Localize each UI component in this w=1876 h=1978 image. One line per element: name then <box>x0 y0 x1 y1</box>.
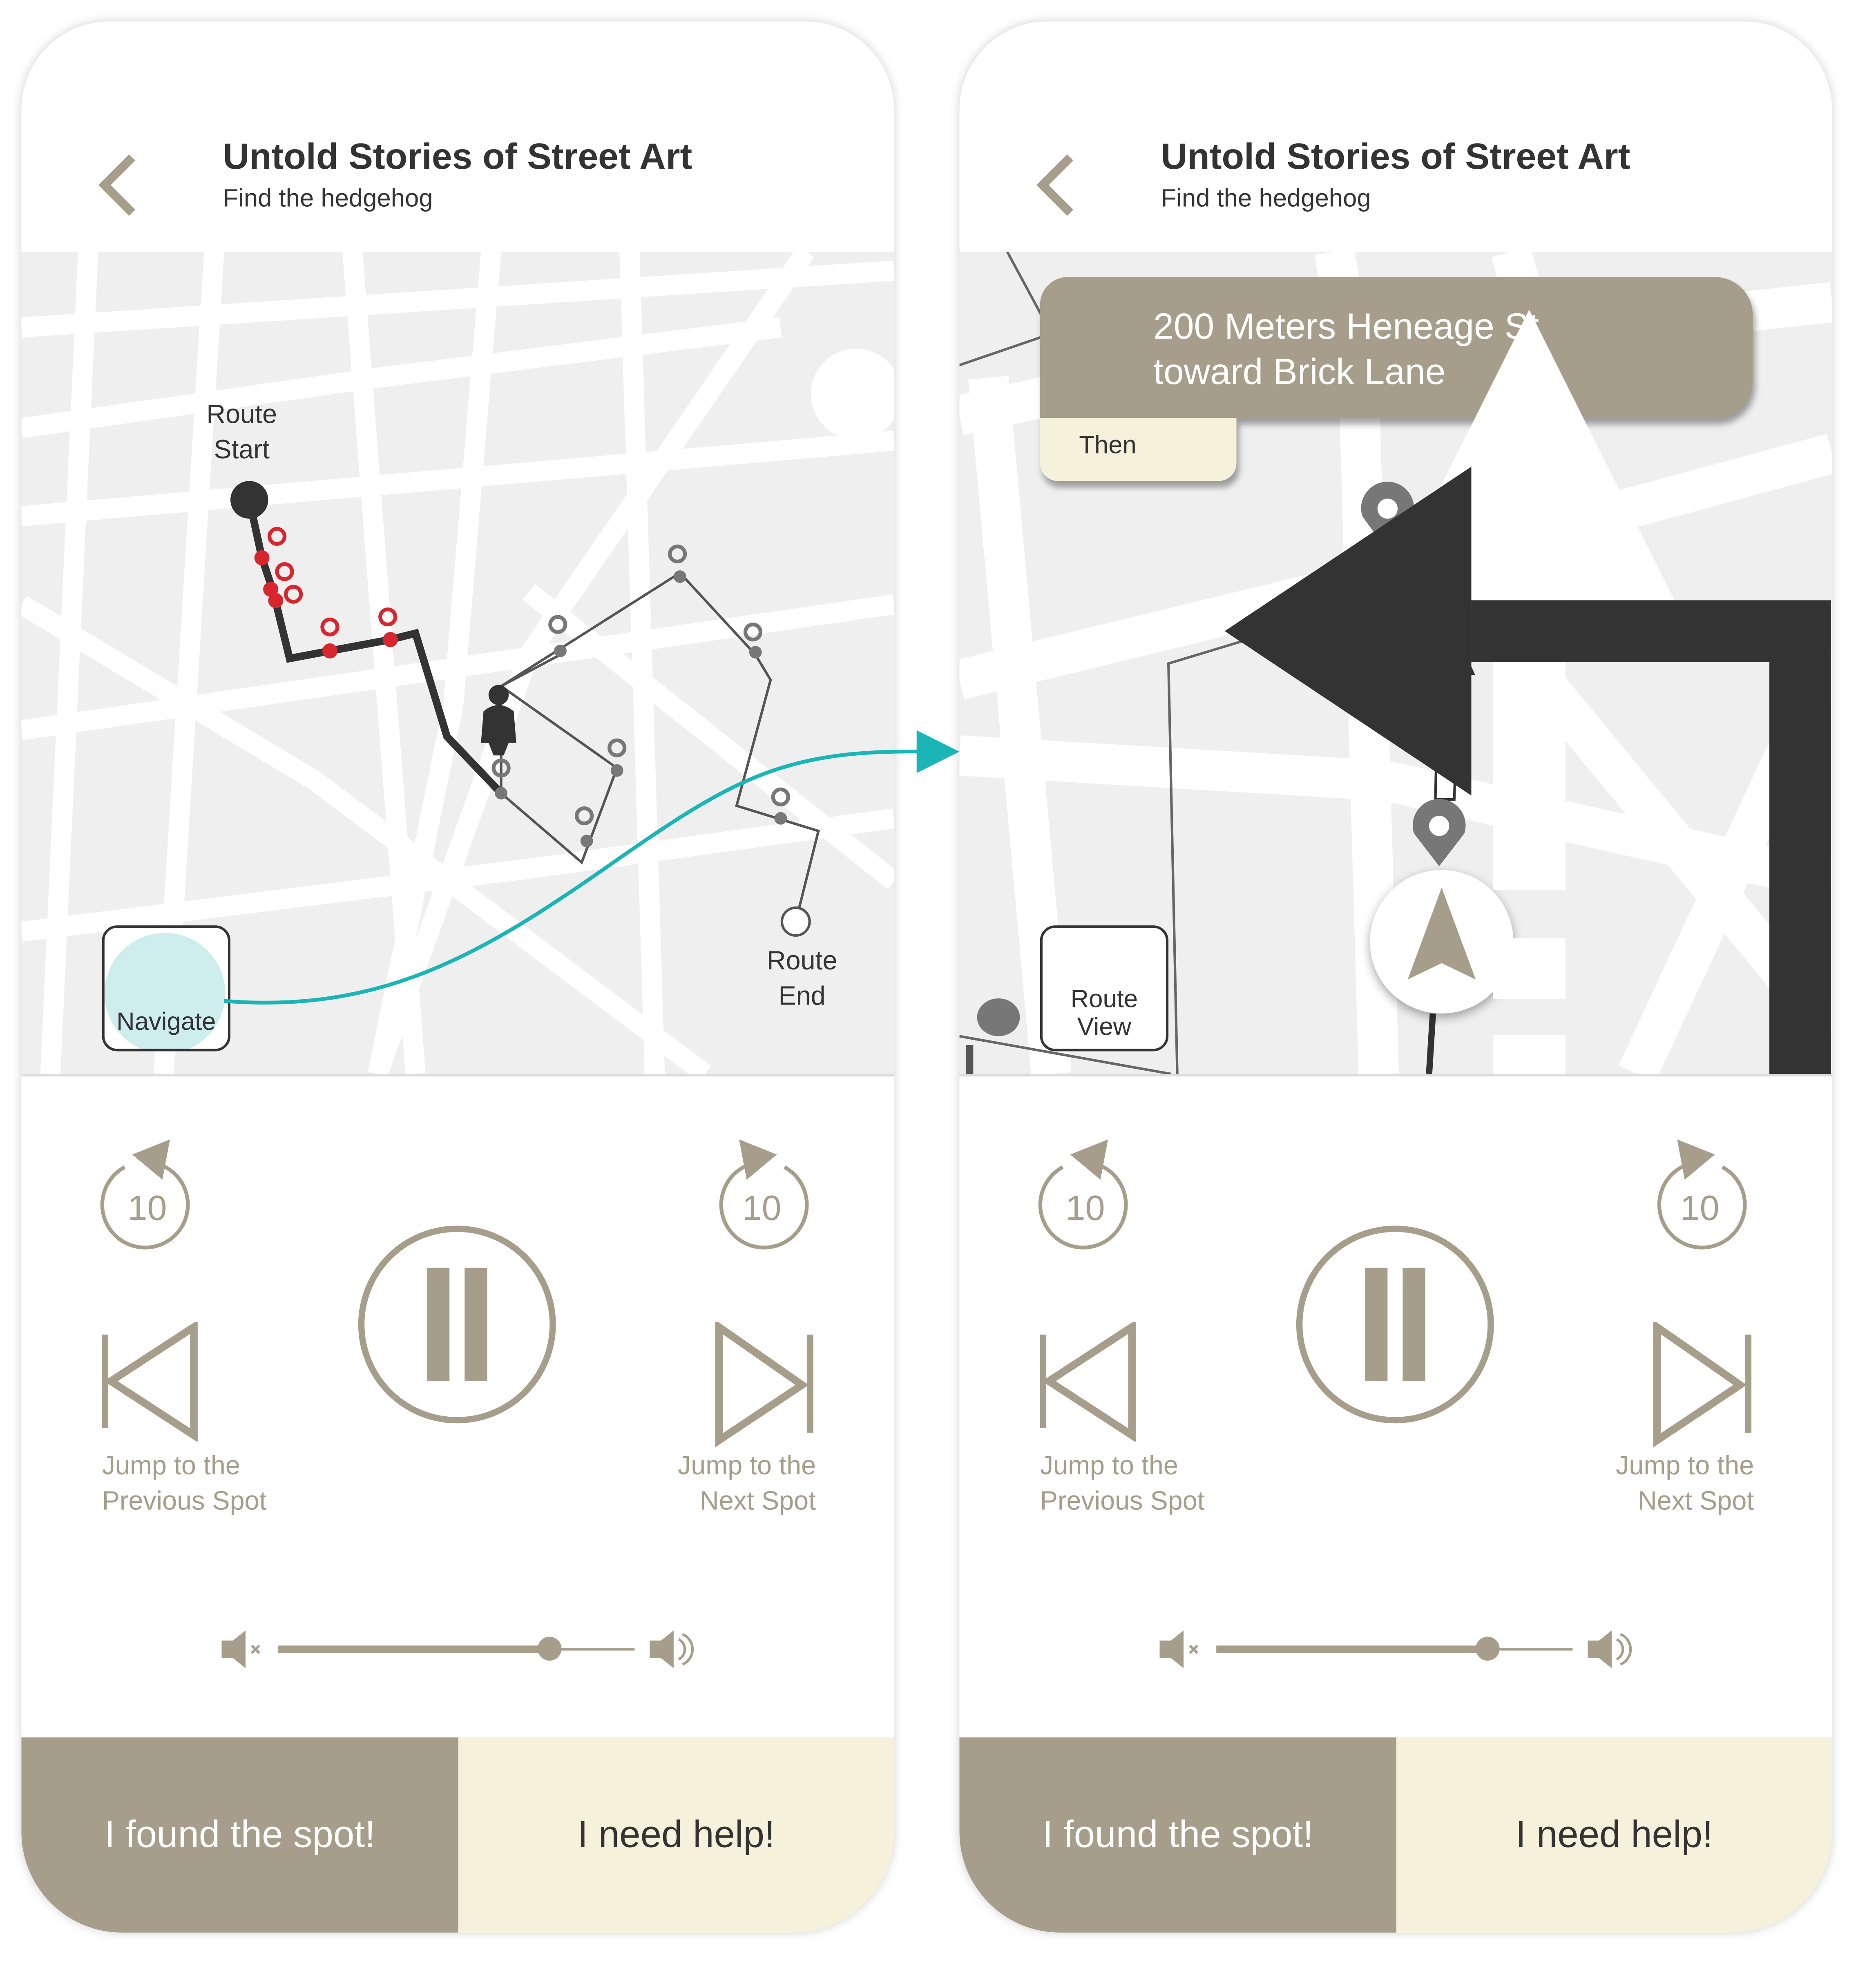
previous-spot-button[interactable] <box>101 1322 202 1442</box>
page-subtitle: Find the hedgehog <box>1161 185 1371 213</box>
route-end-marker[interactable] <box>780 906 811 937</box>
screen-route-overview: Untold Stories of Street Art Find the he… <box>21 21 894 1933</box>
volume-knob[interactable] <box>538 1636 562 1661</box>
spot-marker[interactable] <box>977 998 1020 1036</box>
previous-spot-label: Jump to the Previous Spot <box>102 1451 267 1516</box>
route-view-label: Route View <box>1070 986 1138 1041</box>
volume-max-icon[interactable] <box>648 1630 699 1668</box>
forward-seconds: 10 <box>1680 1188 1720 1228</box>
rewind-10-button[interactable]: 10 <box>97 1139 198 1252</box>
volume-slider[interactable] <box>1216 1636 1573 1661</box>
volume-fill <box>1216 1645 1487 1653</box>
next-spot-button[interactable] <box>714 1322 815 1448</box>
forward-10-button[interactable]: 10 <box>1649 1139 1750 1252</box>
next-spot-button[interactable] <box>1652 1322 1753 1448</box>
turn-instruction-banner: 200 Meters Heneage St toward Brick Lane <box>1040 277 1753 1074</box>
previous-spot-label: Jump to the Previous Spot <box>1040 1451 1205 1516</box>
page-subtitle: Find the hedgehog <box>223 185 433 213</box>
page-title: Untold Stories of Street Art <box>223 137 692 178</box>
found-spot-button[interactable]: I found the spot! <box>21 1737 458 1933</box>
mute-icon[interactable] <box>220 1630 270 1668</box>
forward-10-button[interactable]: 10 <box>711 1139 812 1252</box>
navigate-button[interactable]: Navigate <box>102 925 231 1052</box>
instruction-line-1: 200 Meters Heneage St <box>1153 307 1539 348</box>
volume-slider[interactable] <box>278 1636 635 1661</box>
route-start-marker[interactable] <box>230 481 268 519</box>
roundabout <box>811 348 894 440</box>
turn-left-icon <box>1224 467 1831 1074</box>
pause-button[interactable] <box>1294 1224 1496 1425</box>
route-start-label: Route Start <box>206 400 277 465</box>
need-help-button[interactable]: I need help! <box>458 1737 894 1933</box>
next-spot-label: Jump to the Next Spot <box>1616 1451 1754 1516</box>
next-turn-preview: Then <box>1040 418 1831 1074</box>
then-label: Then <box>1079 432 1137 460</box>
mute-icon[interactable] <box>1158 1630 1208 1668</box>
map-view[interactable]: 200 Meters Heneage St toward Brick Lane … <box>959 252 1832 1077</box>
previous-spot-button[interactable] <box>1039 1322 1140 1442</box>
pause-button[interactable] <box>356 1224 558 1425</box>
back-button[interactable] <box>1032 147 1083 223</box>
forward-seconds: 10 <box>742 1188 782 1228</box>
volume-knob[interactable] <box>1476 1636 1500 1661</box>
rewind-seconds: 10 <box>128 1188 167 1228</box>
route-end-label: Route End <box>766 947 838 1011</box>
volume-track <box>549 1648 635 1651</box>
rewind-10-button[interactable]: 10 <box>1035 1139 1136 1252</box>
volume-max-icon[interactable] <box>1586 1630 1637 1668</box>
back-button[interactable] <box>94 147 145 223</box>
page-title: Untold Stories of Street Art <box>1161 137 1630 178</box>
next-spot-label: Jump to the Next Spot <box>677 1451 816 1516</box>
rewind-seconds: 10 <box>1066 1188 1105 1228</box>
navigate-label: Navigate <box>116 1008 216 1036</box>
screen-navigation: Untold Stories of Street Art Find the he… <box>959 21 1832 1933</box>
volume-fill <box>278 1645 549 1653</box>
volume-track <box>1487 1648 1573 1651</box>
found-spot-button[interactable]: I found the spot! <box>959 1737 1396 1933</box>
need-help-button[interactable]: I need help! <box>1396 1737 1832 1933</box>
map-view[interactable]: Route Start Route End Navigate <box>21 252 894 1077</box>
instruction-line-2: toward Brick Lane <box>1153 352 1446 393</box>
route-view-button[interactable]: Route View <box>1040 925 1169 1052</box>
